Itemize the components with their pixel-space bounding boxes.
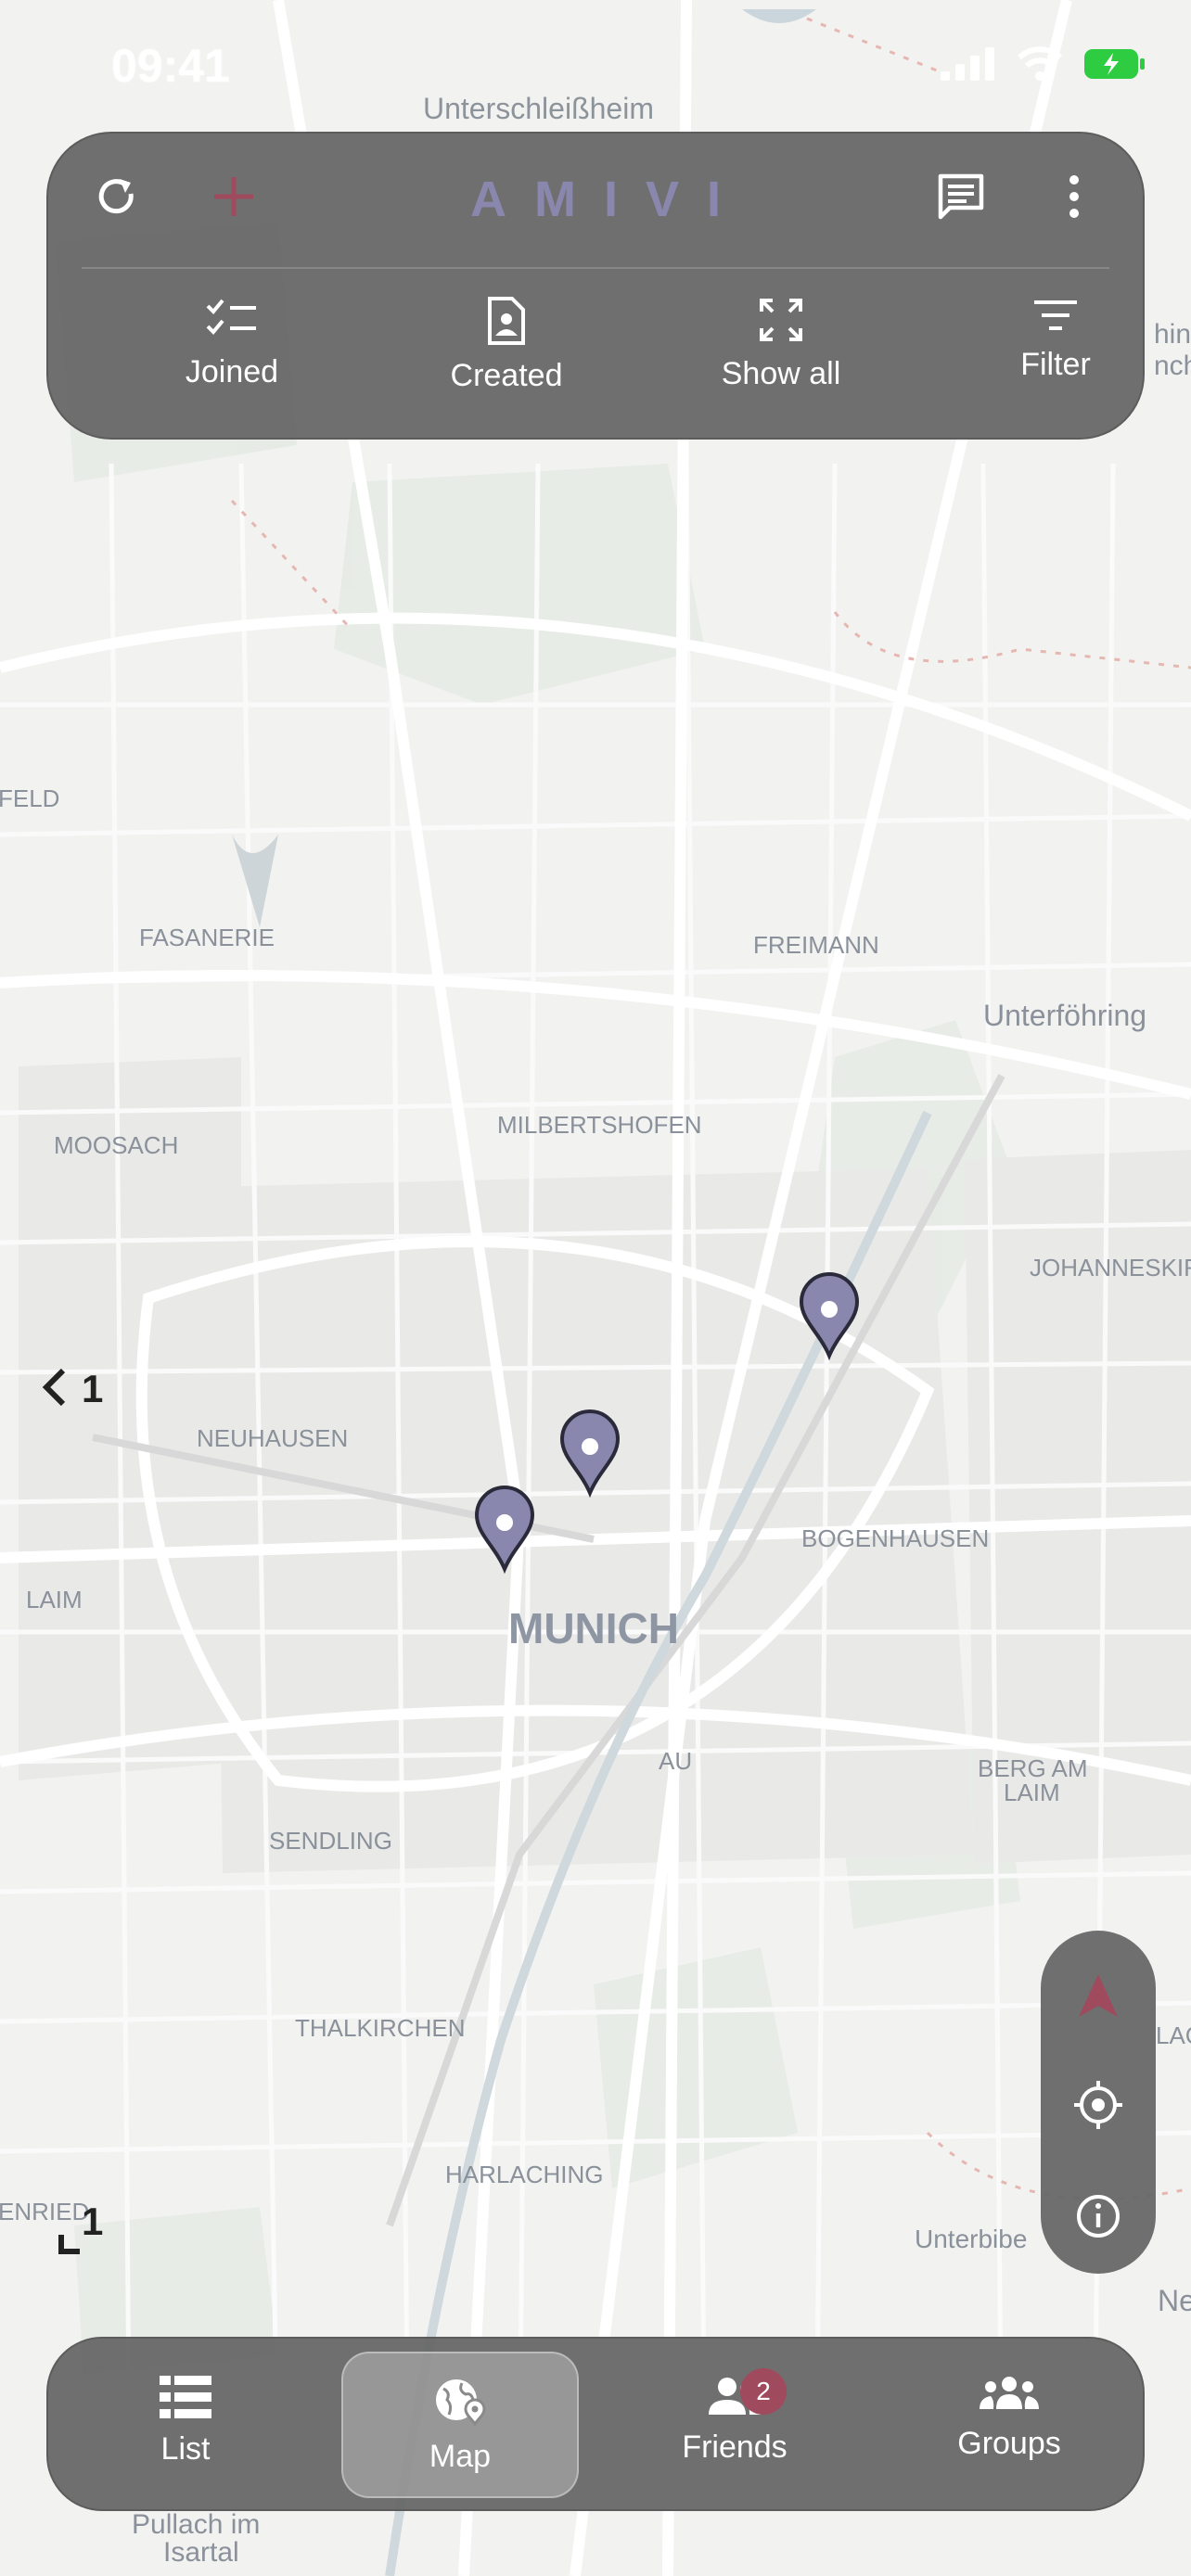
compass-icon: [1079, 1974, 1118, 2017]
toolbar-row: AMIVI: [48, 134, 1143, 268]
groups-icon: [980, 2377, 1039, 2409]
map-label-sendling: SENDLING: [269, 1827, 392, 1855]
battery-icon: [1084, 49, 1145, 79]
map-label-bogenhausen: BOGENHAUSEN: [801, 1524, 989, 1552]
filter-icon: [1034, 300, 1077, 330]
map-label-thalkirchen: THALKIRCHEN: [295, 2014, 465, 2042]
more-vertical-icon: [1069, 175, 1079, 218]
more-button[interactable]: [1056, 167, 1093, 226]
filter-filter[interactable]: Filter: [944, 297, 1167, 383]
map-label-harlaching: HARLACHING: [445, 2161, 603, 2188]
map-controls: [1041, 1931, 1156, 2274]
filter-created-label: Created: [450, 358, 563, 393]
filter-filter-label: Filter: [1020, 347, 1091, 382]
map-label-freimann: FREIMANN: [753, 931, 879, 959]
info-button[interactable]: [1061, 2179, 1135, 2253]
toolbar-divider: [82, 267, 1109, 269]
filter-joined[interactable]: Joined: [121, 297, 343, 390]
map-label-moosach: MOOSACH: [54, 1131, 178, 1159]
chat-button[interactable]: [931, 167, 991, 226]
locate-icon: [1074, 2081, 1122, 2129]
compass-button[interactable]: [1061, 1958, 1135, 2033]
map-label-milbertshofen: MILBERTSHOFEN: [497, 1111, 702, 1139]
map-label-johanneskirchen: JOHANNESKIR: [1030, 1254, 1191, 1282]
svg-text:1: 1: [82, 1367, 103, 1410]
nav-groups[interactable]: Groups: [890, 2352, 1128, 2498]
friends-badge: 2: [740, 2368, 787, 2415]
nav-friends[interactable]: Friends 2: [616, 2352, 853, 2498]
map-label-laim: LAIM: [26, 1586, 83, 1613]
map-label-fasanerie: FASANERIE: [139, 924, 275, 951]
chat-icon: [938, 173, 984, 220]
filter-created[interactable]: Created: [395, 297, 618, 394]
signal-icon: [941, 47, 994, 81]
globe-pin-icon: [436, 2379, 486, 2426]
nav-list[interactable]: List: [67, 2352, 304, 2498]
top-toolbar: AMIVI Joined Created Show all Filter: [46, 132, 1145, 440]
map-label-feld: FELD: [0, 784, 59, 812]
map-label-enried: ENRIED: [0, 2198, 89, 2225]
svg-text:1: 1: [82, 2200, 103, 2243]
nav-list-label: List: [160, 2431, 211, 2467]
bottom-nav: List Map Friends 2 Groups: [46, 2337, 1145, 2511]
checklist-icon: [206, 299, 256, 335]
list-icon: [160, 2376, 211, 2418]
status-bar: 09:41: [0, 0, 1191, 130]
map-label-laim-east: LAIM: [1004, 1779, 1060, 1806]
document-user-icon: [488, 297, 525, 345]
map-label-pullach: Pullach im: [132, 2509, 260, 2540]
map-label-unterfoehring: Unterföhring: [983, 999, 1146, 1032]
map-label-neuhausen: NEUHAUSEN: [197, 1424, 348, 1452]
map-label-ne: Ne: [1158, 2284, 1191, 2317]
nav-friends-label: Friends: [682, 2429, 788, 2465]
wifi-icon: [1017, 46, 1063, 81]
map-label-au: AU: [659, 1747, 692, 1775]
map-label-lac: LAC: [1156, 2021, 1191, 2049]
nav-map-label: Map: [429, 2439, 492, 2474]
map-label-isartal: Isartal: [163, 2537, 239, 2568]
expand-icon: [760, 299, 802, 341]
nav-map[interactable]: Map: [341, 2352, 579, 2498]
filter-show-all[interactable]: Show all: [670, 297, 892, 392]
nav-groups-label: Groups: [957, 2426, 1061, 2461]
status-time: 09:41: [111, 40, 230, 92]
map-label-munich: MUNICH: [508, 1604, 679, 1652]
filter-show-all-label: Show all: [721, 356, 841, 391]
map-label-unterbiberg: Unterbibe: [915, 2225, 1027, 2253]
status-icons: [941, 46, 1145, 82]
filter-joined-label: Joined: [185, 354, 279, 389]
locate-button[interactable]: [1061, 2068, 1135, 2142]
info-icon: [1077, 2195, 1120, 2238]
